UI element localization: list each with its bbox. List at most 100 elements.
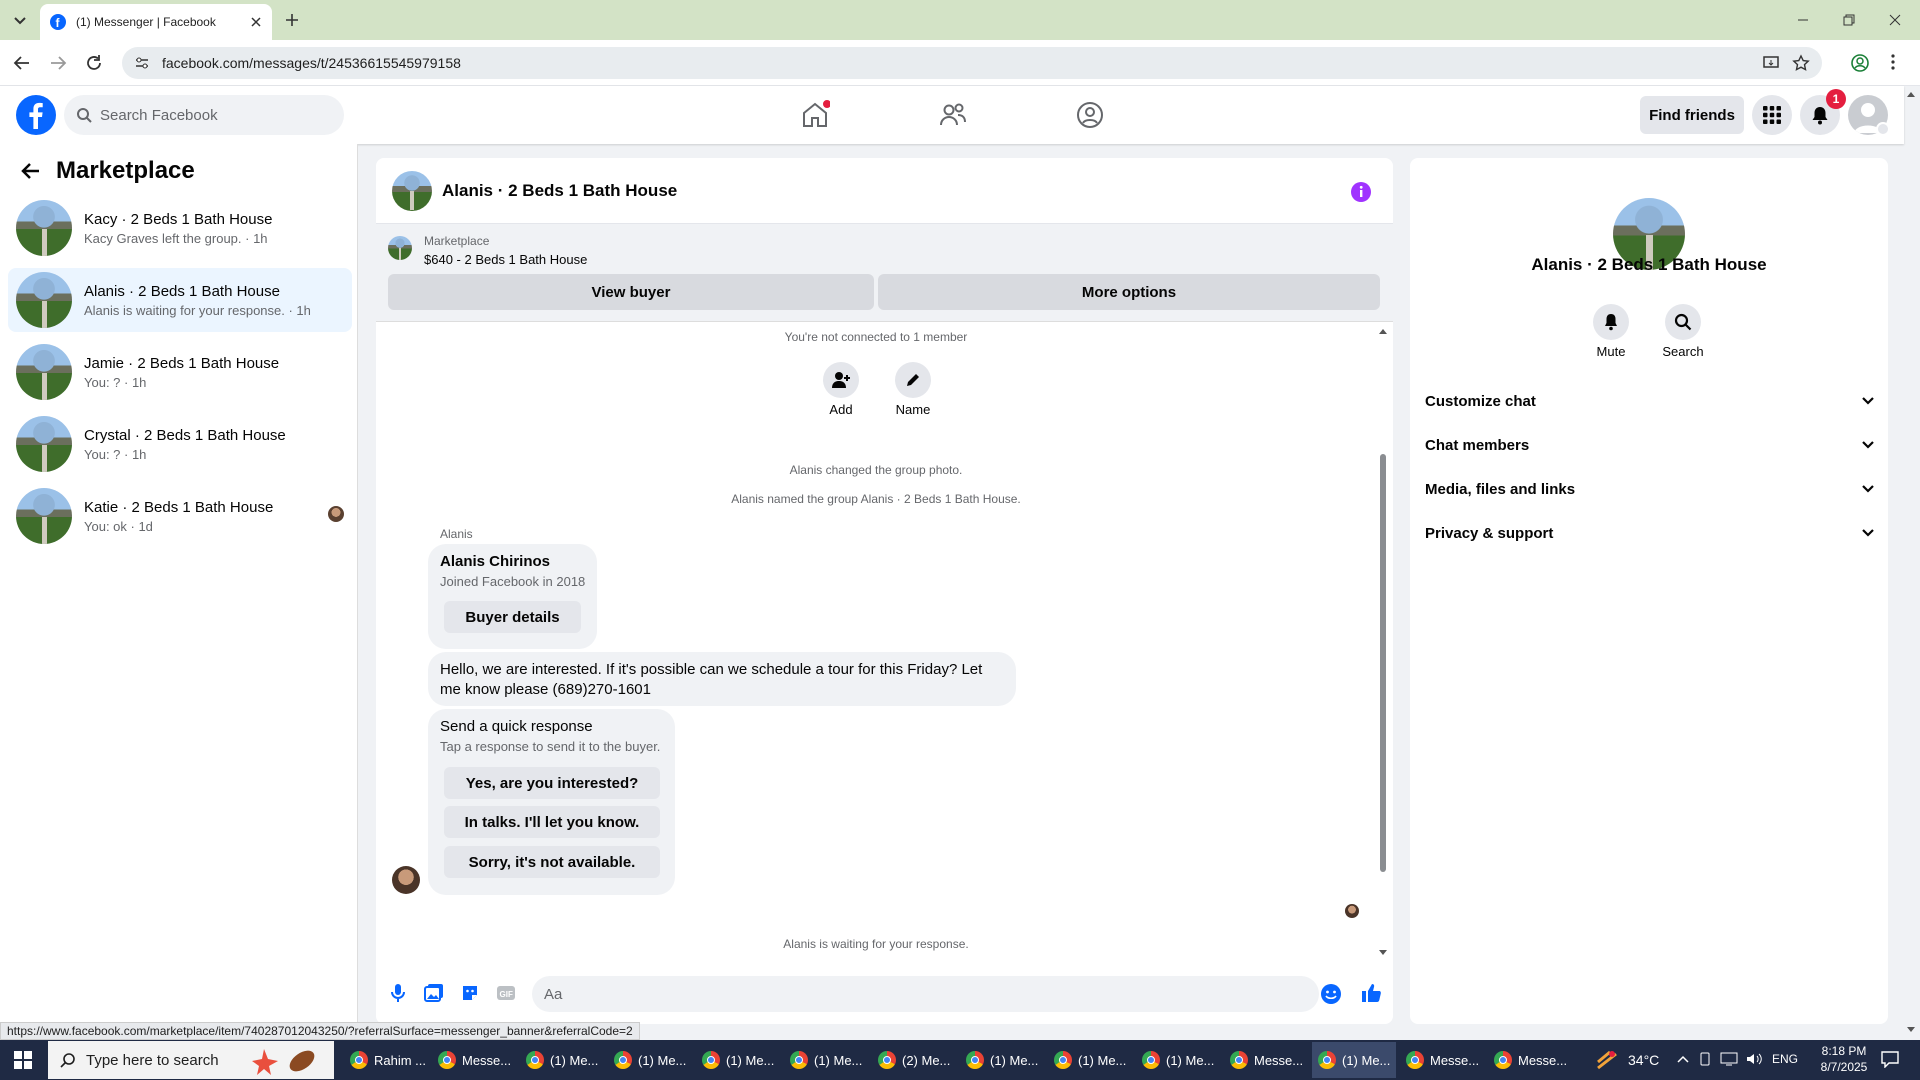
minimize-icon[interactable] bbox=[1780, 0, 1826, 40]
tray-chevron-up-icon[interactable] bbox=[1676, 1052, 1690, 1066]
media-files-links-section[interactable]: Media, files and links bbox=[1425, 468, 1875, 510]
taskbar-app-label: (1) Me... bbox=[814, 1052, 863, 1068]
site-info-icon[interactable] bbox=[134, 55, 150, 71]
sender-avatar[interactable] bbox=[392, 866, 420, 894]
conversation-jamie[interactable]: Jamie · 2 Beds 1 Bath House You: ? · 1h bbox=[8, 340, 352, 404]
mute-bell-icon[interactable] bbox=[1593, 304, 1629, 340]
message-bubble[interactable]: Hello, we are interested. If it's possib… bbox=[428, 652, 1016, 706]
new-tab-icon[interactable] bbox=[282, 10, 302, 30]
waiting-notice: Alanis is waiting for your response. bbox=[783, 937, 969, 951]
taskbar-app-active[interactable]: (1) Me... bbox=[1312, 1042, 1397, 1078]
chrome-icon bbox=[790, 1051, 808, 1069]
taskbar-app[interactable]: (1) Me... bbox=[1048, 1042, 1132, 1078]
conversation-kacy[interactable]: Kacy · 2 Beds 1 Bath House Kacy Graves le… bbox=[8, 196, 352, 260]
buyer-details-button[interactable]: Buyer details bbox=[444, 601, 581, 633]
taskbar-search-box[interactable]: Type here to search bbox=[48, 1041, 334, 1079]
sidebar-title: Marketplace bbox=[56, 157, 195, 184]
facebook-search-input[interactable]: Search Facebook bbox=[64, 95, 344, 135]
find-friends-button[interactable]: Find friends bbox=[1640, 96, 1744, 134]
listing-thumbnail bbox=[16, 416, 72, 472]
forward-arrow-icon[interactable] bbox=[48, 54, 68, 72]
back-arrow-icon[interactable] bbox=[12, 54, 32, 72]
language-indicator[interactable]: ENG bbox=[1772, 1052, 1798, 1066]
name-label: Name bbox=[895, 402, 931, 417]
page-scroll-down-icon[interactable] bbox=[1906, 1026, 1916, 1034]
tab-search-icon[interactable] bbox=[8, 10, 32, 30]
microphone-icon[interactable] bbox=[389, 983, 407, 1003]
back-arrow-icon[interactable] bbox=[20, 160, 42, 182]
tray-device-icon[interactable] bbox=[1698, 1052, 1712, 1066]
notification-center-icon[interactable] bbox=[1880, 1050, 1900, 1068]
quick-reply-in-talks-button[interactable]: In talks. I'll let you know. bbox=[444, 806, 660, 838]
install-app-icon[interactable] bbox=[1762, 54, 1780, 72]
conversation-crystal[interactable]: Crystal · 2 Beds 1 Bath House You: ? · 1h bbox=[8, 412, 352, 476]
page-scroll-up-icon[interactable] bbox=[1906, 90, 1916, 98]
conversation-info-icon[interactable] bbox=[1350, 181, 1372, 203]
taskbar-app[interactable]: Rahim ... bbox=[344, 1042, 432, 1078]
taskbar-app[interactable]: (1) Me... bbox=[784, 1042, 868, 1078]
chevron-down-icon bbox=[1861, 484, 1875, 494]
weather-temp[interactable]: 34°C bbox=[1628, 1052, 1659, 1068]
volume-icon[interactable] bbox=[1746, 1052, 1762, 1066]
taskbar-app[interactable]: (1) Me... bbox=[960, 1042, 1044, 1078]
customize-chat-section[interactable]: Customize chat bbox=[1425, 380, 1875, 422]
privacy-support-section[interactable]: Privacy & support bbox=[1425, 512, 1875, 554]
chrome-icon bbox=[614, 1051, 632, 1069]
quick-reply-yes-button[interactable]: Yes, are you interested? bbox=[444, 767, 660, 799]
taskbar-app[interactable]: Messe... bbox=[1224, 1042, 1309, 1078]
taskbar-app[interactable]: Messe... bbox=[1400, 1042, 1485, 1078]
chevron-down-icon bbox=[1861, 440, 1875, 450]
taskbar-app[interactable]: (1) Me... bbox=[608, 1042, 692, 1078]
account-chevron-down-icon[interactable] bbox=[1876, 122, 1890, 136]
reload-icon[interactable] bbox=[84, 53, 104, 73]
taskbar-app[interactable]: (1) Me... bbox=[1136, 1042, 1220, 1078]
weather-icon[interactable] bbox=[1596, 1050, 1618, 1070]
browser-tab-messenger[interactable]: f (1) Messenger | Facebook bbox=[40, 4, 272, 40]
group-photo[interactable] bbox=[392, 170, 432, 211]
network-icon[interactable] bbox=[1720, 1052, 1738, 1066]
windows-start-icon[interactable] bbox=[14, 1051, 32, 1069]
browser-menu-icon[interactable] bbox=[1890, 53, 1896, 71]
thumbs-up-icon[interactable] bbox=[1360, 982, 1382, 1004]
close-window-icon[interactable] bbox=[1872, 0, 1918, 40]
taskbar-app[interactable]: Messe... bbox=[432, 1042, 517, 1078]
edit-name-pencil-icon[interactable] bbox=[895, 362, 931, 398]
chrome-icon bbox=[1054, 1051, 1072, 1069]
message-input[interactable]: Aa bbox=[532, 976, 1319, 1012]
url-text[interactable]: facebook.com/messages/t/2453661554597915… bbox=[162, 55, 1750, 71]
conversation-katie[interactable]: Katie · 2 Beds 1 Bath House You: ok · 1d bbox=[8, 484, 352, 548]
banner-item[interactable]: $640 - 2 Beds 1 Bath House bbox=[424, 252, 587, 267]
facebook-logo-icon[interactable] bbox=[16, 95, 56, 135]
view-buyer-button[interactable]: View buyer bbox=[388, 274, 874, 310]
menu-grid-icon[interactable] bbox=[1752, 95, 1792, 135]
taskbar-app[interactable]: (1) Me... bbox=[520, 1042, 604, 1078]
clock[interactable]: 8:18 PM 8/7/2025 bbox=[1812, 1043, 1876, 1075]
home-nav-icon[interactable] bbox=[800, 100, 830, 130]
add-member-icon[interactable] bbox=[823, 362, 859, 398]
groups-nav-icon[interactable] bbox=[1075, 100, 1105, 130]
quick-reply-not-available-button[interactable]: Sorry, it's not available. bbox=[444, 846, 660, 878]
chat-scrollbar[interactable] bbox=[1378, 326, 1388, 958]
listing-thumbnail[interactable] bbox=[388, 236, 412, 260]
address-bar[interactable]: facebook.com/messages/t/2453661554597915… bbox=[122, 47, 1822, 79]
facebook-favicon-icon: f bbox=[50, 14, 66, 30]
profile-icon[interactable] bbox=[1850, 53, 1870, 73]
photo-attach-icon[interactable] bbox=[424, 983, 444, 1003]
sticker-icon[interactable] bbox=[460, 983, 480, 1003]
search-in-chat-icon[interactable] bbox=[1665, 304, 1701, 340]
taskbar-app[interactable]: (2) Me... bbox=[872, 1042, 956, 1078]
taskbar-app[interactable]: (1) Me... bbox=[696, 1042, 780, 1078]
quick-response-title: Send a quick response bbox=[440, 718, 593, 735]
tab-close-icon[interactable] bbox=[250, 16, 262, 28]
more-options-button[interactable]: More options bbox=[878, 274, 1380, 310]
chat-title[interactable]: Alanis · 2 Beds 1 Bath House bbox=[442, 181, 677, 201]
conversation-alanis[interactable]: Alanis · 2 Beds 1 Bath House Alanis is wa… bbox=[8, 268, 352, 332]
restore-icon[interactable] bbox=[1826, 0, 1872, 40]
taskbar-app[interactable]: Messe... bbox=[1488, 1042, 1573, 1078]
friends-nav-icon[interactable] bbox=[938, 100, 968, 130]
chat-members-section[interactable]: Chat members bbox=[1425, 424, 1875, 466]
bookmark-star-icon[interactable] bbox=[1792, 54, 1810, 72]
gif-icon[interactable]: GIF bbox=[496, 985, 516, 1001]
emoji-icon[interactable] bbox=[1320, 983, 1342, 1005]
chevron-down-icon bbox=[1861, 528, 1875, 538]
